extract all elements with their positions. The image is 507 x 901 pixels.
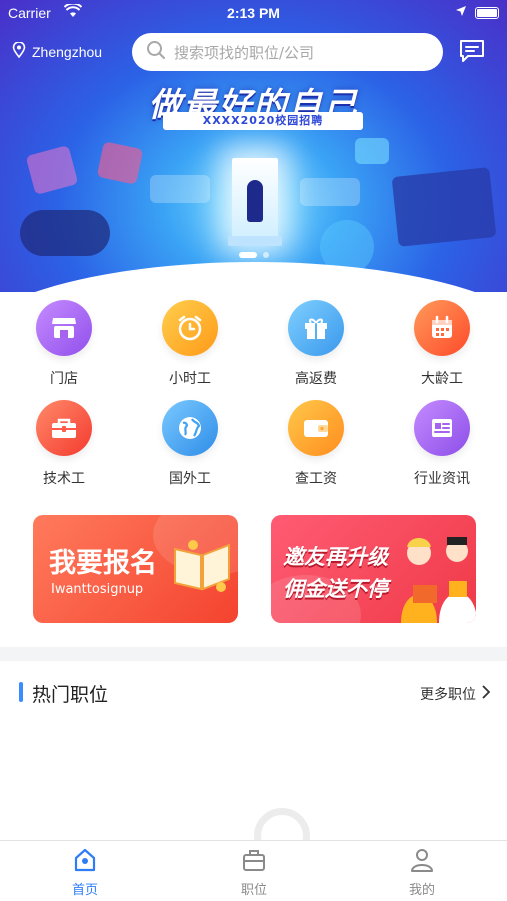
banner-decoration [25,144,79,196]
banner-decoration [96,141,144,185]
tab-home[interactable]: 首页 [45,847,125,898]
status-bar: Carrier 2:13 PM [0,0,507,26]
store-icon [36,300,92,356]
people-illustration-icon [393,525,476,623]
carousel-dot [262,252,269,258]
tab-me[interactable]: 我的 [382,847,462,898]
signup-promo-card[interactable]: 我要报名 Iwanttosignup [33,515,238,623]
message-icon[interactable] [458,38,486,68]
tab-jobs-label: 职位 [240,883,267,898]
bottom-tab-bar: 首页 职位 我的 [0,840,507,901]
signup-promo-subtitle: Iwanttosignup [51,582,144,597]
category-salary-check[interactable]: 查工资 [253,400,379,488]
chevron-right-icon [482,685,491,703]
news-icon [414,400,470,456]
invite-promo-line2: 佣金送不停 [283,577,388,601]
search-placeholder: 搜索项找的职位/公司 [174,43,315,62]
tab-me-label: 我的 [408,883,435,898]
gift-icon [288,300,344,356]
category-technician[interactable]: 技术工 [1,400,127,488]
category-label: 国外工 [169,471,211,487]
category-label: 高返费 [295,371,337,387]
open-book-icon [171,535,233,597]
hot-jobs-title: 热门职位 [32,684,109,706]
category-hourly[interactable]: 小时工 [127,300,253,388]
banner-decoration [20,210,110,256]
location-pin-icon [12,41,26,61]
category-industry-news[interactable]: 行业资讯 [379,400,505,488]
city-label: Zhengzhou [32,43,103,60]
tab-jobs[interactable]: 职位 [214,847,294,898]
category-high-rebate[interactable]: 高返费 [253,300,379,388]
banner-figure [247,180,263,222]
banner-decoration [300,178,360,206]
category-label: 行业资讯 [414,471,470,487]
category-store[interactable]: 门店 [1,300,127,388]
category-label: 大龄工 [421,371,463,387]
tab-home-label: 首页 [71,883,98,898]
category-label: 查工资 [295,471,337,487]
search-icon [146,40,166,64]
category-label: 技术工 [43,471,85,487]
calendar-icon [414,300,470,356]
search-input[interactable]: 搜索项找的职位/公司 [132,33,443,71]
globe-icon [162,400,218,456]
banner-decoration [150,175,210,203]
home-icon [45,847,125,877]
banner-decoration [391,167,497,247]
carousel-indicator [0,252,507,258]
banner-wave [0,262,507,292]
invite-promo-card[interactable]: 邀友再升级 佣金送不停 [271,515,476,623]
category-older-worker[interactable]: 大龄工 [379,300,505,388]
category-label: 门店 [50,371,78,387]
more-jobs-link[interactable]: 更多职位 [420,684,491,704]
signup-promo-title: 我要报名 [49,548,157,579]
briefcase-icon [214,847,294,877]
user-icon [382,847,462,877]
more-jobs-label: 更多职位 [420,687,476,703]
banner-subtitle: XXXX2020校园招聘 [163,112,363,130]
alarm-clock-icon [162,300,218,356]
toolbox-icon [36,400,92,456]
category-overseas[interactable]: 国外工 [127,400,253,488]
clock: 2:13 PM [227,5,280,21]
carousel-dot-active [238,252,257,258]
location-arrow-icon [455,4,467,20]
category-label: 小时工 [169,371,211,387]
section-accent-bar [19,682,23,702]
battery-icon [475,7,499,19]
section-divider [0,647,507,661]
invite-promo-line1: 邀友再升级 [283,545,388,569]
banner-steps [228,236,282,246]
wallet-icon [288,400,344,456]
banner-decoration [355,138,389,164]
city-selector[interactable]: Zhengzhou [12,41,103,61]
